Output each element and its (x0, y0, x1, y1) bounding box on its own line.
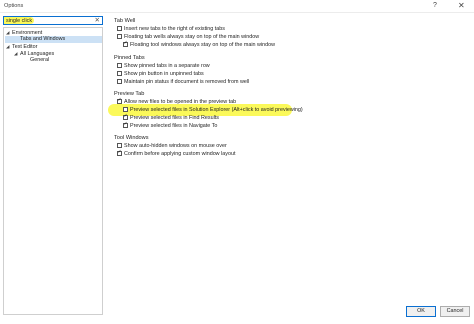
option-insert-tabs-right[interactable]: Insert new tabs to the right of existing… (117, 25, 225, 33)
close-button[interactable]: ✕ (458, 1, 465, 10)
option-pinned-tabs-separate-row[interactable]: Show pinned tabs in a separate row (117, 62, 210, 70)
cancel-button[interactable]: Cancel (440, 306, 470, 317)
checkbox[interactable] (117, 97, 122, 104)
tree-item-text-editor[interactable]: ◢ Text Editor (6, 43, 37, 50)
section-header-tool-windows: Tool Windows (114, 135, 149, 141)
checkbox[interactable] (117, 70, 122, 76)
option-label: Floating tool windows always stay on top… (130, 42, 276, 48)
help-button[interactable]: ? (433, 2, 437, 9)
option-preview-find-results[interactable]: Preview selected files in Find Results (123, 113, 219, 122)
option-label: Maintain pin status if document is remov… (124, 79, 250, 85)
option-label: Show pin button in unpinned tabs (124, 71, 204, 77)
option-confirm-custom-layout[interactable]: Confirm before applying custom window la… (117, 149, 236, 158)
option-label: Preview selected files in Solution Explo… (130, 107, 303, 113)
tree-item-tabs-and-windows[interactable]: Tabs and Windows (5, 36, 102, 43)
tree-item-all-languages[interactable]: ◢ All Languages (14, 50, 54, 57)
section-header-pinned-tabs: Pinned Tabs (114, 55, 145, 61)
option-show-auto-hidden[interactable]: Show auto-hidden windows on mouse over (117, 142, 227, 150)
option-label: Preview selected files in Find Results (130, 115, 219, 121)
section-header-tab-well: Tab Well (114, 18, 136, 24)
clear-search-icon[interactable]: ✕ (95, 16, 100, 24)
option-floating-tab-wells-on-top[interactable]: Floating tab wells always stay on top of… (117, 33, 260, 41)
window-title: Options (4, 3, 24, 9)
checkbox[interactable] (123, 40, 128, 47)
checkbox[interactable] (117, 149, 122, 156)
checkbox[interactable] (123, 106, 128, 112)
option-maintain-pin-status[interactable]: Maintain pin status if document is remov… (117, 78, 250, 86)
checkbox[interactable] (117, 62, 122, 68)
option-label: Floating tab wells always stay on top of… (124, 34, 260, 40)
option-preview-navigate-to[interactable]: Preview selected files in Navigate To (123, 121, 218, 130)
tree-item-label: Tabs and Windows (20, 36, 66, 42)
options-tree[interactable]: ◢ Environment Tabs and Windows ◢ Text Edit… (3, 27, 103, 315)
search-input[interactable]: single click ✕ (3, 16, 103, 25)
option-label: Show auto-hidden windows on mouse over (124, 143, 227, 149)
option-pin-button-unpinned[interactable]: Show pin button in unpinned tabs (117, 70, 204, 78)
option-floating-tool-windows-on-top[interactable]: Floating tool windows always stay on top… (123, 40, 276, 49)
checkbox[interactable] (117, 25, 122, 31)
option-label: Show pinned tabs in a separate row (124, 63, 210, 69)
tree-item-general[interactable]: General (30, 57, 49, 64)
title-bar: Options ? ✕ (0, 0, 474, 13)
option-allow-preview-tab[interactable]: Allow new files to be opened in the prev… (117, 97, 237, 106)
checkbox[interactable] (117, 78, 122, 84)
tree-item-label: General (30, 57, 50, 63)
tree-item-environment[interactable]: ◢ Environment (6, 29, 42, 36)
search-value[interactable]: single click (6, 18, 32, 24)
option-preview-solution-explorer[interactable]: Preview selected files in Solution Explo… (123, 106, 303, 114)
option-label: Confirm before applying custom window la… (124, 151, 236, 157)
option-label: Insert new tabs to the right of existing… (124, 26, 225, 32)
option-label: Preview selected files in Navigate To (130, 123, 218, 129)
checkbox[interactable] (117, 33, 122, 39)
ok-button[interactable]: OK (406, 306, 436, 317)
checkbox[interactable] (123, 113, 128, 120)
checkbox[interactable] (117, 142, 122, 148)
checkbox[interactable] (123, 121, 128, 128)
option-label: Allow new files to be opened in the prev… (124, 99, 237, 105)
